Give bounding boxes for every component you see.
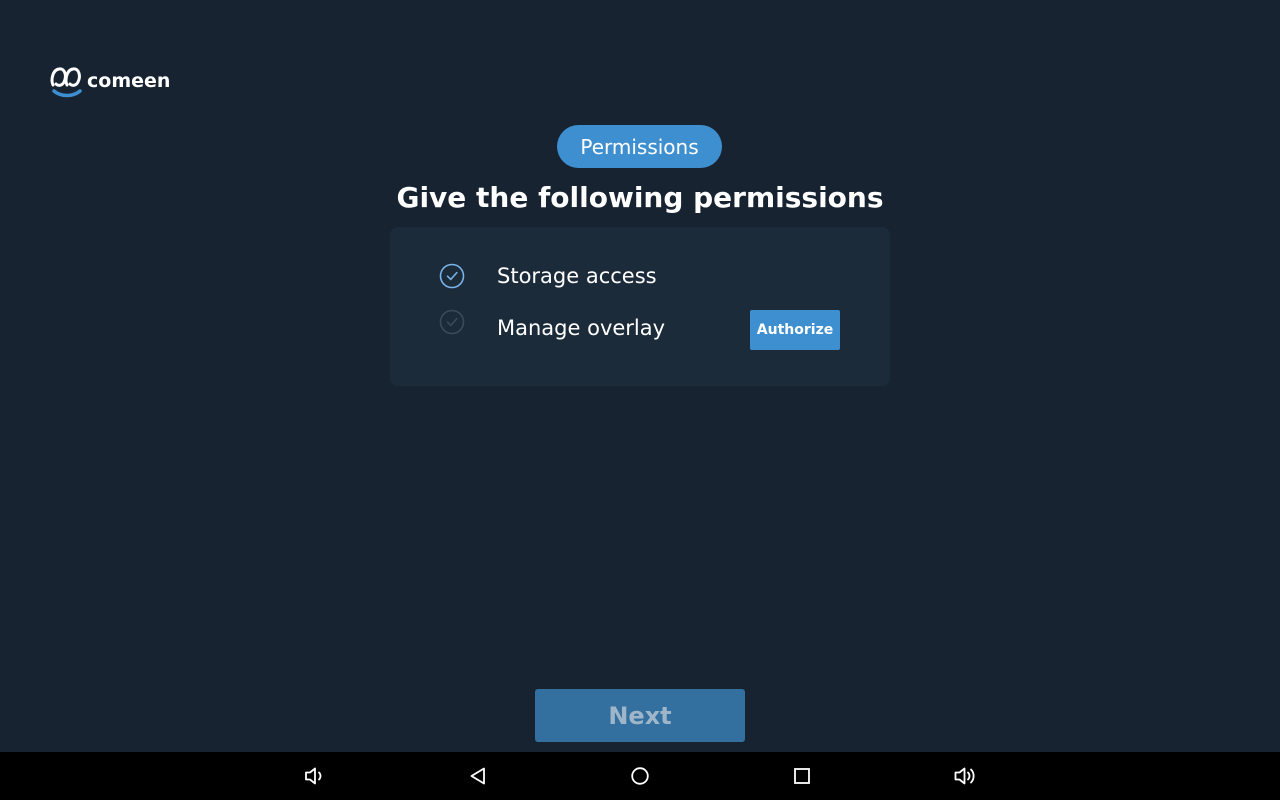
permission-row-overlay: Manage overlay Authorize <box>390 309 890 350</box>
authorize-button[interactable]: Authorize <box>750 310 840 350</box>
check-circle-icon <box>439 309 465 335</box>
logo-text: comeen <box>87 69 171 92</box>
back-icon[interactable] <box>466 764 490 788</box>
app-content: comeen Permissions Give the following pe… <box>0 0 1280 752</box>
check-circle-icon <box>439 263 465 289</box>
permission-label: Manage overlay <box>497 316 666 340</box>
volume-up-icon[interactable] <box>953 764 977 788</box>
permissions-badge: Permissions <box>557 125 722 168</box>
comeen-logo: comeen <box>50 66 170 98</box>
volume-down-icon[interactable] <box>303 764 327 788</box>
android-nav-bar <box>0 752 1280 800</box>
page-title: Give the following permissions <box>396 181 884 214</box>
permissions-card: Storage access Manage overlay Authorize <box>390 227 890 386</box>
recents-icon[interactable] <box>790 764 814 788</box>
next-button[interactable]: Next <box>535 689 745 742</box>
home-icon[interactable] <box>628 764 652 788</box>
permission-label: Storage access <box>497 264 657 288</box>
comeen-logo-icon <box>50 67 82 98</box>
permission-row-storage: Storage access <box>390 256 890 296</box>
screen: comeen Permissions Give the following pe… <box>0 0 1280 800</box>
